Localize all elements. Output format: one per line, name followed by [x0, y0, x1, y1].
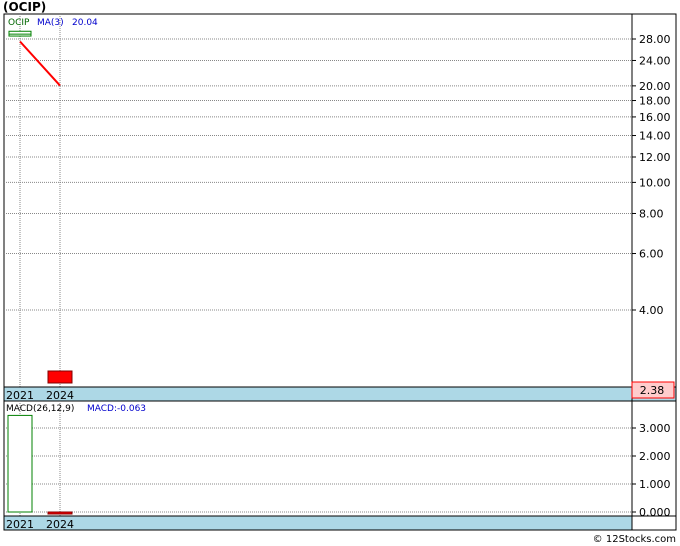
price-tick-label: 12.00 — [639, 151, 671, 164]
candle-2024 — [47, 370, 73, 384]
macd-plot-frame — [3, 400, 633, 517]
macd-bar-2024 — [47, 511, 73, 515]
price-tick-label: 10.00 — [639, 176, 671, 189]
last-price-label: 2.38 — [640, 384, 665, 397]
macd-x-tick-label: 2024 — [46, 518, 74, 531]
price-tick-label: 28.00 — [639, 33, 671, 46]
macd-x-band-right — [631, 515, 677, 531]
macd-tick-label: 3.000 — [639, 422, 671, 435]
price-x-tick-label: 2024 — [46, 389, 74, 402]
chart-canvas: 28.00 24.00 20.00 18.00 16.00 14.00 12.00 10.00… — [3, 13, 677, 531]
price-tick-label: 6.00 — [639, 248, 664, 261]
legend-ma-label: MA(3) — [37, 18, 64, 28]
price-x-band — [3, 386, 633, 402]
macd-x-tick-label: 2021 — [6, 518, 34, 531]
footer-credit: © 12Stocks.com — [592, 534, 676, 545]
price-tick-label: 18.00 — [639, 95, 671, 108]
price-tick-label: 14.00 — [639, 130, 671, 143]
legend-symbol: OCIP — [8, 18, 30, 28]
price-axis-frame — [631, 13, 677, 388]
macd-value-label: MACD:-0.063 — [87, 404, 146, 414]
price-tick-label: 20.00 — [639, 80, 671, 93]
price-tick-label: 4.00 — [639, 304, 664, 317]
price-tick-label: 24.00 — [639, 54, 671, 67]
macd-label: MACD(26,12,9) — [6, 404, 74, 414]
price-tick-label: 16.00 — [639, 111, 671, 124]
price-plot-frame — [3, 13, 633, 388]
price-tick-label: 8.00 — [639, 207, 664, 220]
legend-ma-value: 20.04 — [72, 18, 98, 28]
macd-tick-label: 1.000 — [639, 478, 671, 491]
price-x-tick-label: 2021 — [6, 389, 34, 402]
macd-x-band — [3, 515, 633, 531]
macd-bar-2021 — [7, 414, 33, 513]
macd-tick-label: 2.000 — [639, 450, 671, 463]
